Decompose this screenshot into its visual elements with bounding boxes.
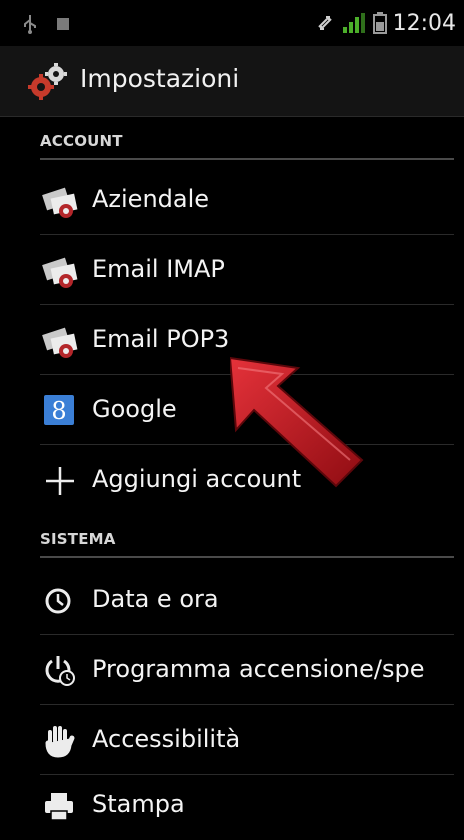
settings-item-label: Aziendale [92, 185, 210, 213]
battery-icon [372, 12, 387, 34]
hand-icon [45, 726, 75, 758]
settings-item-label: Email POP3 [92, 325, 230, 353]
settings-item-label: Programma accensione/spe [92, 655, 425, 683]
usb-icon [24, 15, 36, 34]
settings-item-email-pop3[interactable]: Email POP3 [0, 305, 464, 375]
sd-card-icon [57, 18, 69, 30]
settings-item-email-imap[interactable]: Email IMAP [0, 235, 464, 305]
settings-item-label: Aggiungi account [92, 465, 302, 493]
page-title: Impostazioni [80, 64, 240, 93]
status-time: 12:04 [392, 10, 456, 36]
settings-item-aziendale[interactable]: Aziendale [0, 165, 464, 235]
signal-icon [342, 13, 365, 33]
settings-item-label: Stampa [92, 790, 185, 818]
settings-item-date-time[interactable]: Data e ora [0, 565, 464, 635]
section-header-account: ACCOUNT [40, 132, 454, 160]
status-bar: 12:04 [0, 0, 464, 46]
plus-icon [46, 467, 74, 495]
google-icon: 8 [44, 395, 74, 425]
settings-item-google[interactable]: 8 Google [0, 375, 464, 445]
settings-item-label: Google [92, 395, 177, 423]
section-header-sistema: SISTEMA [40, 530, 454, 558]
power-schedule-icon [45, 656, 75, 686]
settings-item-label: Email IMAP [92, 255, 225, 283]
sync-icon [317, 16, 332, 30]
settings-item-accessibility[interactable]: Accessibilità [0, 705, 464, 775]
exchange-mail-icon [42, 187, 78, 218]
email-icon [42, 327, 78, 358]
clock-icon [45, 588, 71, 614]
settings-item-add-account[interactable]: Aggiungi account [0, 445, 464, 515]
settings-item-print[interactable]: Stampa [0, 770, 464, 840]
settings-gears-icon[interactable] [26, 60, 70, 104]
settings-item-label: Accessibilità [92, 725, 241, 753]
settings-item-label: Data e ora [92, 585, 219, 613]
printer-icon [45, 793, 73, 821]
email-icon [42, 257, 78, 288]
action-bar: Impostazioni [0, 46, 464, 117]
svg-text:8: 8 [51, 397, 66, 425]
settings-item-power-schedule[interactable]: Programma accensione/spe [0, 635, 464, 705]
